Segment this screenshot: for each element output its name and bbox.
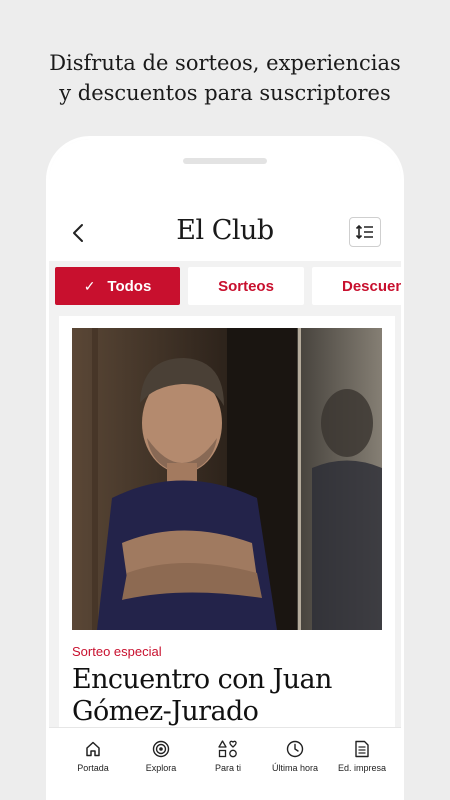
nav-label: Para ti [214, 763, 241, 773]
explore-icon [152, 740, 170, 758]
nav-portada[interactable]: Portada [58, 740, 128, 784]
phone-speaker [183, 158, 267, 164]
shapes-icon [218, 740, 237, 758]
tab-label: Sorteos [218, 277, 274, 295]
nav-explora[interactable]: Explora [126, 740, 196, 784]
nav-label: Ed. impresa [337, 763, 387, 773]
tab-sorteos[interactable]: Sorteos [188, 267, 304, 305]
clock-icon [286, 740, 304, 758]
article-category: Sorteo especial [72, 644, 162, 659]
sort-button[interactable] [349, 217, 381, 247]
tab-todos[interactable]: ✓ Todos [55, 267, 180, 305]
portrait-photo [72, 328, 382, 630]
article-image[interactable] [72, 328, 382, 630]
nav-label: Portada [77, 763, 109, 773]
promo-line-2: y descuentos para suscriptores [59, 81, 391, 105]
promo-line-1: Disfruta de sorteos, experiencias [49, 51, 401, 75]
article-title[interactable]: Encuentro con Juan Gómez-Jurado [72, 664, 382, 728]
bottom-navigation: Portada Explora Para ti Última hora Ed. … [49, 727, 401, 800]
nav-label: Explora [145, 763, 177, 773]
filter-tabs: ✓ Todos Sorteos Descuentos [49, 267, 401, 307]
phone-top-bezel [49, 139, 401, 205]
tab-label: Descuentos [342, 277, 404, 295]
phone-frame: El Club ✓ Todos Sorteos Descuentos [46, 136, 404, 800]
newspaper-icon [355, 740, 369, 758]
nav-ed-impresa[interactable]: Ed. impresa [327, 740, 397, 784]
chevron-left-icon[interactable] [69, 221, 89, 245]
tab-label: Todos [107, 277, 152, 295]
app-header: El Club [49, 205, 401, 261]
home-icon [86, 741, 100, 757]
nav-label: Última hora [271, 763, 318, 773]
nav-ultima-hora[interactable]: Última hora [260, 740, 330, 784]
promo-headline: Disfruta de sorteos, experiencias y desc… [0, 48, 450, 108]
sort-icon [355, 224, 373, 240]
tab-descuentos[interactable]: Descuentos [312, 267, 404, 305]
check-icon: ✓ [83, 277, 96, 294]
nav-para-ti[interactable]: Para ti [193, 740, 263, 784]
